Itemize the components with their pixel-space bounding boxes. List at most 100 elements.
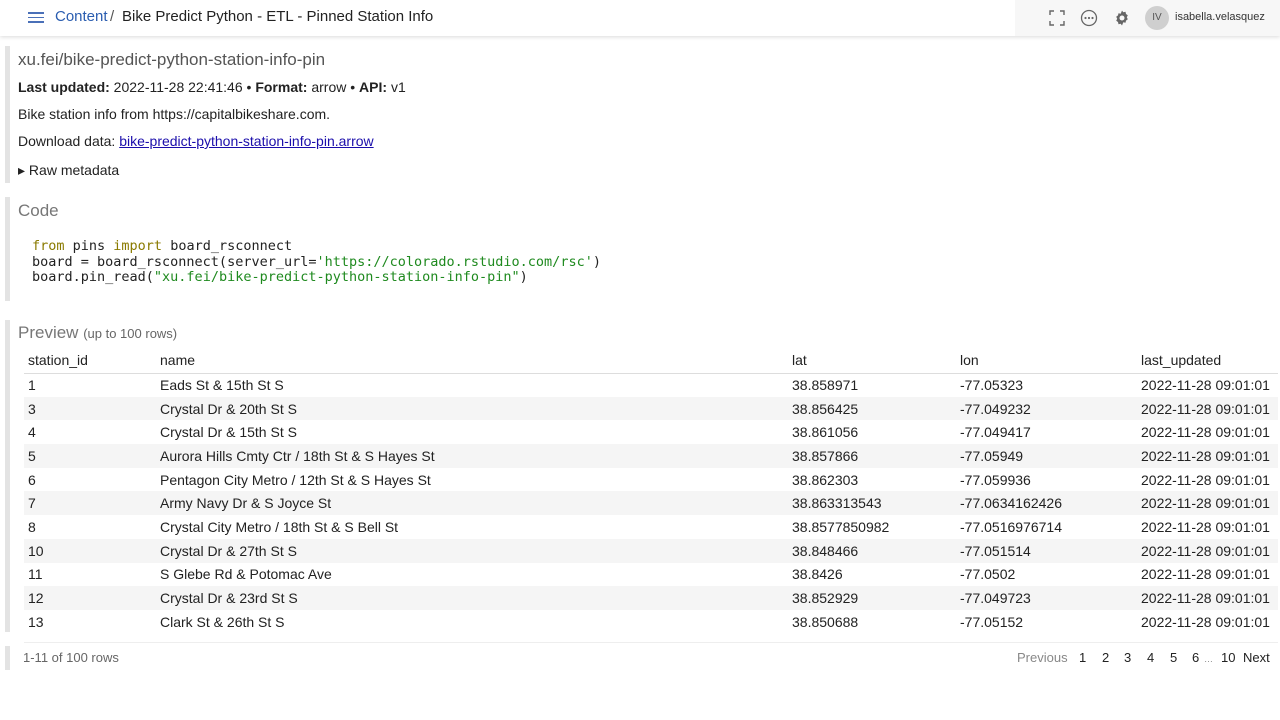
- table-cell-last-updated: 2022-11-28 09:01:01: [1137, 396, 1278, 421]
- avatar[interactable]: IV: [1145, 6, 1169, 30]
- table-cell-last-updated: 2022-11-28 09:01:01: [1141, 613, 1270, 630]
- column-header[interactable]: name: [156, 347, 788, 374]
- preview-section: Preview (up to 100 rows) station_id name…: [5, 320, 1280, 632]
- api-label: API:: [359, 79, 388, 95]
- code-text: board = board_rsconnect(server_url=: [32, 253, 317, 270]
- pin-info-line: Last updated: 2022-11-28 22:41:46 • Form…: [18, 79, 406, 95]
- table-cell-lat: 38.861056: [792, 424, 859, 441]
- last-updated-value: 2022-11-28 22:41:46: [113, 79, 243, 95]
- table-cell-station-id: 10: [24, 538, 156, 563]
- table-cell-lat: 38.863313543: [788, 491, 956, 516]
- table-row: 13 Clark St & 26th St S 38.850688 -77.05152…: [24, 610, 1278, 634]
- table-cell-name: Crystal City Metro / 18th St & S Bell St: [160, 518, 399, 535]
- table-row: 12 Crystal Dr & 23rd St S 38.852929 -77.049…: [24, 586, 1278, 610]
- table-cell-lat: 38.8426: [792, 566, 843, 583]
- table-cell-station-id: 12: [24, 586, 156, 610]
- table-cell-name: S Glebe Rd & Potomac Ave: [160, 566, 332, 583]
- column-header[interactable]: lon: [956, 347, 1137, 374]
- page-button-5[interactable]: 5: [1170, 650, 1177, 665]
- table-cell-station-id: 1: [28, 377, 36, 394]
- code-keyword: import: [113, 238, 163, 254]
- table-row: 7 Army Navy Dr & S Joyce St 38.863313543 -7…: [24, 491, 1278, 516]
- table-row: 8 Crystal City Metro / 18th St & S Bell S…: [24, 515, 1278, 539]
- raw-metadata-toggle[interactable]: ▸ Raw metadata: [18, 162, 119, 179]
- next-button[interactable]: Next: [1243, 650, 1270, 665]
- table-cell-last-updated: 2022-11-28 09:01:01: [1137, 491, 1278, 516]
- download-link[interactable]: bike-predict-python-station-info-pin.arr…: [119, 133, 373, 149]
- table-cell-lon: -77.051514: [956, 538, 1137, 563]
- download-line: Download data: bike-predict-python-stati…: [18, 133, 374, 149]
- breadcrumb-content-link[interactable]: Content: [55, 8, 108, 25]
- table-cell-station-id: 8: [28, 518, 36, 535]
- table-cell-lat: 38.862303: [792, 471, 859, 488]
- code-text: ): [519, 269, 528, 285]
- table-cell-name: Crystal Dr & 20th St S: [156, 396, 788, 421]
- table-cell-name: Crystal Dr & 23rd St S: [156, 586, 788, 610]
- table-cell-lon: -77.049417: [960, 424, 1031, 441]
- table-cell-lon: -77.05152: [960, 613, 1024, 630]
- pin-metadata-section: xu.fei/bike-predict-python-station-info-…: [5, 46, 1275, 183]
- page-title: Bike Predict Python - ETL - Pinned Stati…: [122, 8, 434, 25]
- divider: [24, 642, 1278, 643]
- table-cell-name: Pentagon City Metro / 12th St & S Hayes …: [160, 471, 431, 488]
- table-cell-last-updated: 2022-11-28 09:01:01: [1141, 566, 1270, 583]
- column-header[interactable]: lat: [788, 347, 956, 374]
- table-cell-last-updated: 2022-11-28 09:01:01: [1141, 377, 1270, 394]
- pagination-section: 1-11 of 100 rows Previous 1 2 3 4 5 6 … …: [5, 642, 1280, 670]
- page-button-1[interactable]: 1: [1079, 650, 1086, 665]
- table-cell-last-updated: 2022-11-28 09:01:01: [1141, 471, 1270, 488]
- table-cell-last-updated: 2022-11-28 09:01:01: [1137, 538, 1278, 563]
- code-string: 'https://colorado.rstudio.com/rsc': [316, 253, 593, 270]
- table-cell-station-id: 6: [28, 471, 36, 488]
- username[interactable]: isabella.velasquez: [1175, 11, 1265, 23]
- table-cell-lon: -77.05949: [956, 444, 1137, 468]
- table-cell-lon: -77.0516976714: [960, 518, 1062, 535]
- table-cell-station-id: 13: [28, 613, 44, 630]
- table-cell-lon: -77.049723: [956, 586, 1137, 610]
- table-cell-lat: 38.8577850982: [792, 518, 890, 535]
- format-label: Format:: [255, 79, 308, 95]
- page-button-10[interactable]: 10: [1221, 650, 1235, 665]
- pin-description: Bike station info from https://capitalbi…: [18, 106, 331, 122]
- table-cell-lat: 38.850688: [792, 613, 859, 630]
- table-row: 6 Pentagon City Metro / 12th St & S Hayes…: [24, 468, 1278, 492]
- page-button-4[interactable]: 4: [1147, 650, 1154, 665]
- code-block: from pins import board_rsconnect board =…: [32, 238, 601, 286]
- code-keyword: from: [32, 238, 65, 254]
- code-text: board_rsconnect: [162, 238, 293, 254]
- table-cell-lat: 38.848466: [788, 538, 956, 563]
- table-cell-station-id: 11: [28, 566, 43, 583]
- column-header[interactable]: last_updated: [1137, 347, 1278, 374]
- previous-button[interactable]: Previous: [1017, 650, 1068, 665]
- format-value: arrow: [311, 79, 347, 95]
- expand-icon[interactable]: [1048, 9, 1066, 27]
- page-button-6[interactable]: 6: [1192, 650, 1199, 665]
- code-text: board.pin_read(: [32, 269, 154, 285]
- table-row: 11 S Glebe Rd & Potomac Ave 38.8426 -77.050…: [24, 563, 1278, 587]
- preview-title-text: Preview: [18, 323, 79, 342]
- column-header[interactable]: station_id: [24, 347, 156, 374]
- table-cell-lat: 38.857866: [788, 444, 956, 468]
- api-value: v1: [390, 79, 406, 95]
- last-updated-label: Last updated:: [18, 79, 110, 95]
- gear-icon[interactable]: [1113, 9, 1131, 27]
- table-cell-name: Crystal Dr & 27th St S: [156, 538, 788, 563]
- table-cell-lon: -77.049232: [956, 396, 1137, 421]
- page-button-2[interactable]: 2: [1102, 650, 1109, 665]
- menu-icon[interactable]: [28, 12, 44, 23]
- table-cell-station-id: 3: [24, 396, 156, 421]
- table-cell-last-updated: 2022-11-28 09:01:01: [1141, 424, 1270, 441]
- page-button-3[interactable]: 3: [1124, 650, 1131, 665]
- breadcrumb-separator: /: [110, 8, 115, 25]
- toolbar-icons: IV isabella.velasquez: [1015, 0, 1280, 36]
- table-cell-lat: 38.858971: [792, 377, 859, 394]
- preview-title: Preview (up to 100 rows): [18, 323, 177, 343]
- table-header-row: station_id name lat lon last_updated: [24, 347, 1278, 374]
- table-cell-name: Crystal Dr & 15th St S: [160, 424, 297, 441]
- code-string: "xu.fei/bike-predict-python-station-info…: [153, 269, 520, 285]
- table-cell-station-id: 7: [24, 491, 156, 516]
- table-row: 4 Crystal Dr & 15th St S 38.861056 -77.0494…: [24, 420, 1278, 444]
- table-cell-lat: 38.856425: [788, 396, 956, 421]
- more-icon[interactable]: [1080, 9, 1098, 27]
- pin-name: xu.fei/bike-predict-python-station-info-…: [18, 50, 326, 69]
